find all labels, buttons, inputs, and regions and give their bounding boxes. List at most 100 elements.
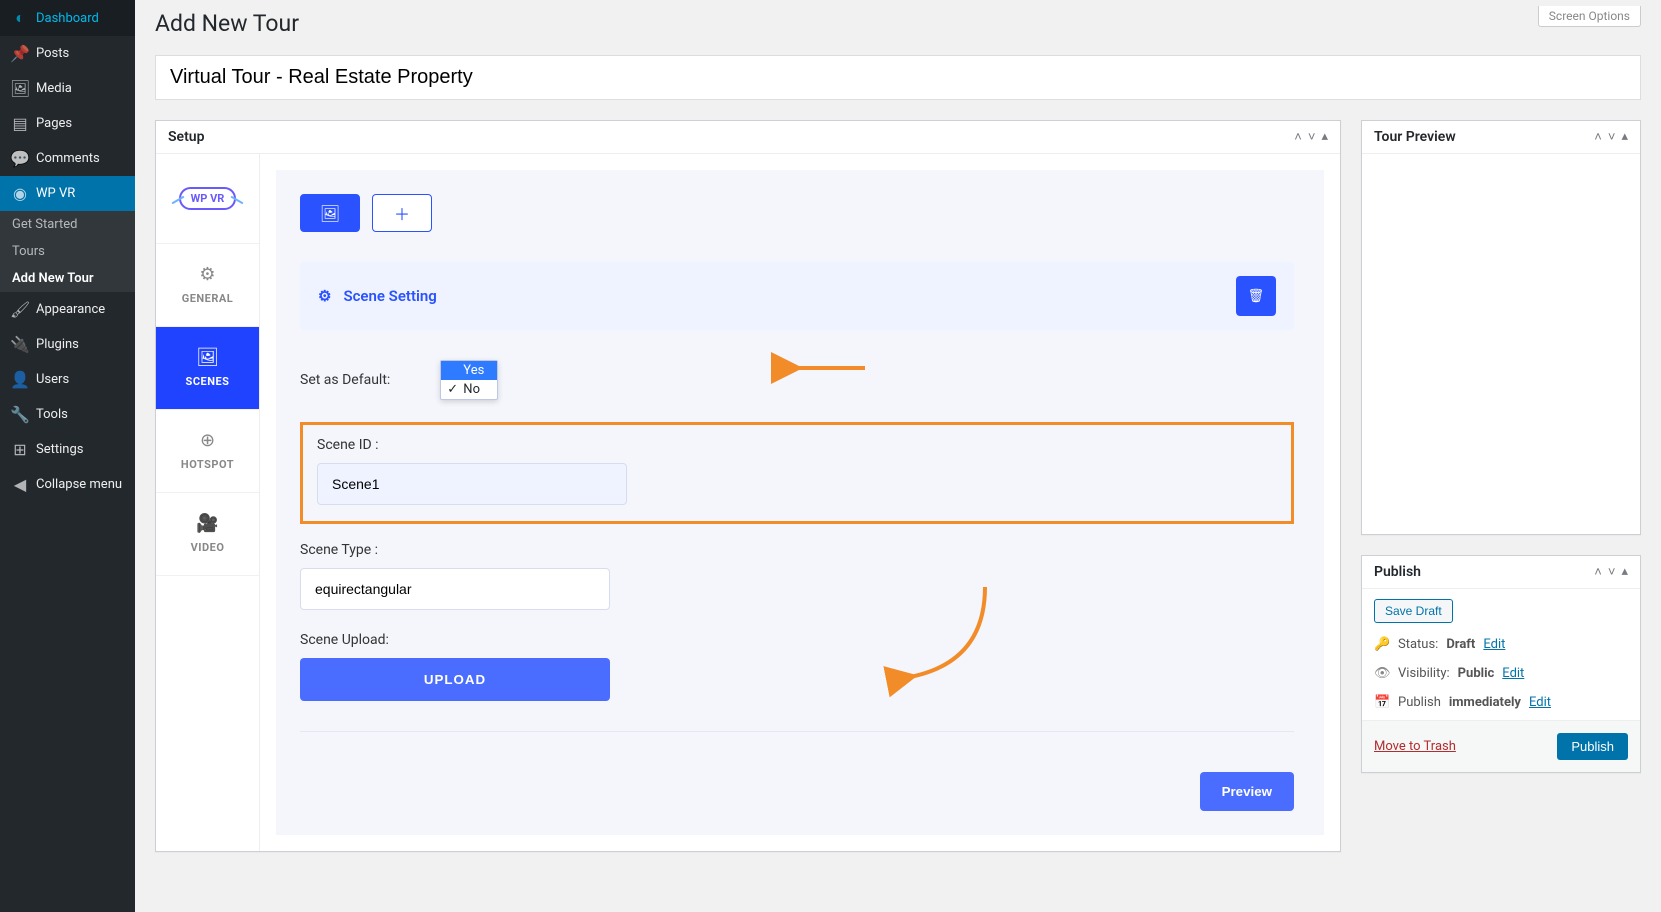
chevron-down-icon[interactable]: ˅ [1608, 564, 1616, 580]
edit-schedule-link[interactable]: Edit [1529, 695, 1551, 710]
wpvr-logo: WP VR [156, 154, 259, 244]
set-default-label: Set as Default: [300, 372, 390, 388]
status-label: Status: [1398, 637, 1438, 652]
sidebar-item-media[interactable]: 🖼 Media [0, 71, 135, 106]
scene-type-label: Scene Type : [300, 542, 1294, 558]
media-icon: 🖼 [10, 79, 30, 98]
caret-up-icon[interactable]: ▴ [1621, 129, 1628, 145]
annotation-arrow-2 [900, 582, 1000, 696]
sidebar-item-posts[interactable]: 📌Posts [0, 36, 135, 71]
edit-visibility-link[interactable]: Edit [1502, 666, 1524, 681]
sidebar-item-collapse[interactable]: ◀ Collapse menu [0, 467, 135, 502]
option-yes[interactable]: Yes [441, 361, 497, 380]
option-no[interactable]: ✓No [441, 380, 497, 399]
sidebar-label: Pages [36, 116, 72, 131]
collapse-icon: ◀ [10, 475, 30, 494]
scene-upload-label: Scene Upload: [300, 632, 1294, 648]
scene-chip-1[interactable]: 🖼 [300, 194, 360, 232]
vertical-tabs: WP VR ⚙GENERAL 🖼SCENES ⊕HOTSPOT 🎥VIDEO [156, 154, 260, 851]
page-title: Add New Tour [155, 10, 299, 37]
plus-icon: ＋ [394, 201, 410, 225]
subitem-tours[interactable]: Tours [0, 238, 135, 265]
subitem-add-new-tour[interactable]: Add New Tour [0, 265, 135, 292]
upload-button[interactable]: UPLOAD [300, 658, 610, 701]
sidebar-label: Tools [36, 407, 68, 422]
sidebar-label: Appearance [36, 302, 105, 317]
sidebar-label: Collapse menu [36, 477, 122, 492]
comments-icon: 💬 [10, 149, 30, 168]
admin-sidebar: ◐ Dashboard 📌Posts 🖼 Media ▤ Pages 💬 Comment… [0, 0, 135, 912]
visibility-label: Visibility: [1398, 666, 1450, 681]
screen-options-button[interactable]: Screen Options [1538, 6, 1641, 27]
sidebar-item-plugins[interactable]: 🔌Plugins [0, 327, 135, 362]
scenes-panel: 🖼 ＋ ⚙ Scene Setting 🗑 [276, 170, 1324, 835]
chevron-up-icon[interactable]: ˄ [1594, 129, 1602, 145]
tour-preview-canvas [1362, 154, 1640, 534]
scene-type-input[interactable] [300, 568, 610, 610]
move-to-trash-link[interactable]: Move to Trash [1374, 739, 1456, 754]
dashboard-icon: ◐ [10, 8, 30, 28]
scene-setting-title: Scene Setting [343, 287, 436, 305]
scene-id-highlight: Scene ID : [300, 422, 1294, 524]
sidebar-item-pages[interactable]: ▤ Pages [0, 106, 135, 141]
caret-up-icon[interactable]: ▴ [1321, 129, 1328, 145]
preview-button[interactable]: Preview [1200, 772, 1294, 811]
set-default-select[interactable]: Yes ✓No [440, 360, 498, 400]
sidebar-label: Comments [36, 151, 100, 166]
subitem-get-started[interactable]: Get Started [0, 211, 135, 238]
publish-heading: Publish [1374, 564, 1421, 580]
scene-id-input[interactable] [317, 463, 627, 505]
delete-scene-button[interactable]: 🗑 [1236, 276, 1276, 316]
setup-box: Setup ˄ ˅ ▴ WP VR ⚙GENERAL 🖼SCENE [155, 120, 1341, 852]
users-icon: 👤 [10, 370, 30, 389]
check-icon: ✓ [447, 382, 458, 397]
vtab-scenes[interactable]: 🖼SCENES [156, 327, 259, 410]
pushpin-icon: 📌 [10, 44, 30, 63]
chevron-down-icon[interactable]: ˅ [1308, 129, 1316, 145]
gear-icon: ⚙ [318, 287, 331, 305]
scene-id-label: Scene ID : [317, 437, 1277, 453]
sidebar-item-tools[interactable]: 🔧 Tools [0, 397, 135, 432]
sidebar-label: Media [36, 81, 72, 96]
eye-icon: 👁 [1374, 666, 1390, 681]
calendar-icon: 📅 [1374, 695, 1390, 710]
annotation-arrow-1 [790, 358, 870, 382]
sidebar-item-users[interactable]: 👤 Users [0, 362, 135, 397]
sidebar-item-appearance[interactable]: 🖌 Appearance [0, 292, 135, 327]
pages-icon: ▤ [10, 114, 30, 133]
sidebar-item-wpvr[interactable]: ◉WP VR [0, 176, 135, 211]
vtab-hotspot[interactable]: ⊕HOTSPOT [156, 410, 259, 493]
sidebar-label: WP VR [36, 186, 75, 201]
caret-up-icon[interactable]: ▴ [1621, 564, 1628, 580]
vtab-general[interactable]: ⚙GENERAL [156, 244, 259, 327]
edit-status-link[interactable]: Edit [1483, 637, 1505, 652]
tour-preview-heading: Tour Preview [1374, 129, 1456, 145]
tools-icon: 🔧 [10, 405, 30, 424]
schedule-label: Publish [1398, 695, 1441, 710]
sidebar-label: Users [36, 372, 69, 387]
image-icon: 🖼 [160, 347, 255, 368]
appearance-icon: 🖌 [10, 300, 30, 319]
trash-icon: 🗑 [1248, 288, 1265, 304]
plugins-icon: 🔌 [10, 335, 30, 354]
chevron-up-icon[interactable]: ˄ [1594, 564, 1602, 580]
status-value: Draft [1446, 637, 1475, 652]
publish-box: Publish ˄ ˅ ▴ Save Draft 🔑 Status: Draft [1361, 555, 1641, 773]
key-icon: 🔑 [1374, 637, 1390, 652]
tour-preview-box: Tour Preview ˄ ˅ ▴ [1361, 120, 1641, 535]
sidebar-item-dashboard[interactable]: ◐ Dashboard [0, 0, 135, 36]
vtab-video[interactable]: 🎥VIDEO [156, 493, 259, 576]
save-draft-button[interactable]: Save Draft [1374, 599, 1453, 623]
publish-button[interactable]: Publish [1557, 733, 1628, 760]
sidebar-item-settings[interactable]: ⊞Settings [0, 432, 135, 467]
settings-icon: ⊞ [10, 440, 30, 459]
tour-title-input[interactable] [155, 55, 1641, 100]
sidebar-label: Dashboard [36, 11, 99, 26]
chevron-down-icon[interactable]: ˅ [1608, 129, 1616, 145]
sidebar-submenu: Get Started Tours Add New Tour [0, 211, 135, 292]
visibility-value: Public [1458, 666, 1495, 681]
chevron-up-icon[interactable]: ˄ [1294, 129, 1302, 145]
add-scene-chip[interactable]: ＋ [372, 194, 432, 232]
sidebar-item-comments[interactable]: 💬 Comments [0, 141, 135, 176]
gear-icon: ⚙ [160, 264, 255, 285]
